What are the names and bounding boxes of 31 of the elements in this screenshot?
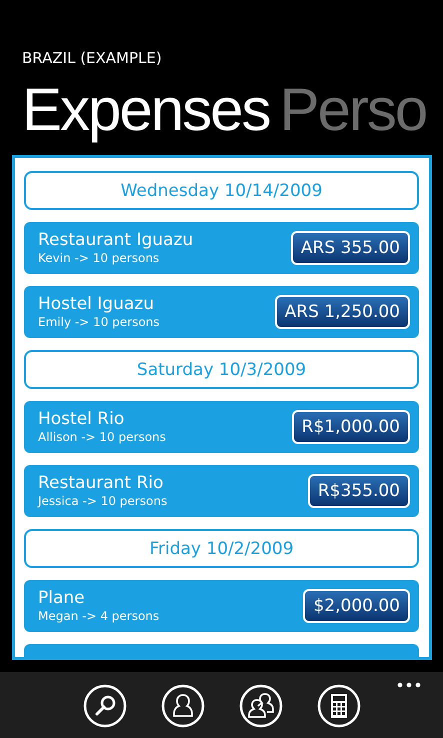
pivot-tab[interactable]: Expenses bbox=[22, 75, 270, 145]
amount-button[interactable]: R$355.00 bbox=[308, 474, 410, 508]
date-label: Friday 10/2/2009 bbox=[149, 538, 294, 558]
expense-title: Plane bbox=[38, 588, 86, 609]
expense-title: Hostel Iguazu bbox=[38, 294, 155, 315]
app-title: BRAZIL (EXAMPLE) bbox=[22, 49, 162, 67]
calculator-icon[interactable] bbox=[316, 684, 360, 728]
expense-item[interactable]: Restaurant Iguazu Kevin -> 10 persons ARS 355.00 bbox=[24, 222, 419, 274]
search-icon[interactable] bbox=[82, 684, 126, 728]
expense-subtitle: Allison -> 10 persons bbox=[38, 430, 166, 445]
expense-item[interactable]: Hostel Rio Allison -> 10 persons R$1,000.00 bbox=[24, 401, 419, 453]
expense-subtitle: Emily -> 10 persons bbox=[38, 315, 160, 330]
expense-item[interactable]: Plane Megan -> 4 persons $2,000.00 bbox=[24, 580, 419, 632]
amount-button[interactable]: $2,000.00 bbox=[303, 589, 410, 623]
expense-title: Restaurant Iguazu bbox=[38, 230, 194, 251]
expense-item[interactable]: Hostel Iguazu Emily -> 10 persons ARS 1,250.00 bbox=[24, 286, 419, 338]
person-icon[interactable] bbox=[160, 684, 204, 728]
amount-button[interactable]: ARS 355.00 bbox=[290, 231, 410, 265]
expense-subtitle: Megan -> 4 persons bbox=[38, 609, 160, 624]
expense-title: Hostel Rio bbox=[38, 409, 126, 430]
amount-button[interactable]: ARS 1,250.00 bbox=[274, 295, 410, 329]
more-icon[interactable] bbox=[397, 682, 421, 688]
people-icon[interactable] bbox=[238, 684, 282, 728]
expense-item[interactable]: Restaurant Rio Jessica -> 10 persons R$355.00 bbox=[24, 465, 419, 517]
date-label: Saturday 10/3/2009 bbox=[136, 360, 306, 380]
date-label: Wednesday 10/14/2009 bbox=[120, 180, 322, 200]
expense-title: Restaurant Rio bbox=[38, 473, 164, 494]
expense-subtitle: Jessica -> 10 persons bbox=[38, 494, 168, 509]
expense-subtitle: Kevin -> 10 persons bbox=[38, 251, 160, 266]
pivot-tab[interactable]: Perso bbox=[280, 75, 426, 145]
amount-button[interactable]: R$1,000.00 bbox=[292, 410, 410, 444]
